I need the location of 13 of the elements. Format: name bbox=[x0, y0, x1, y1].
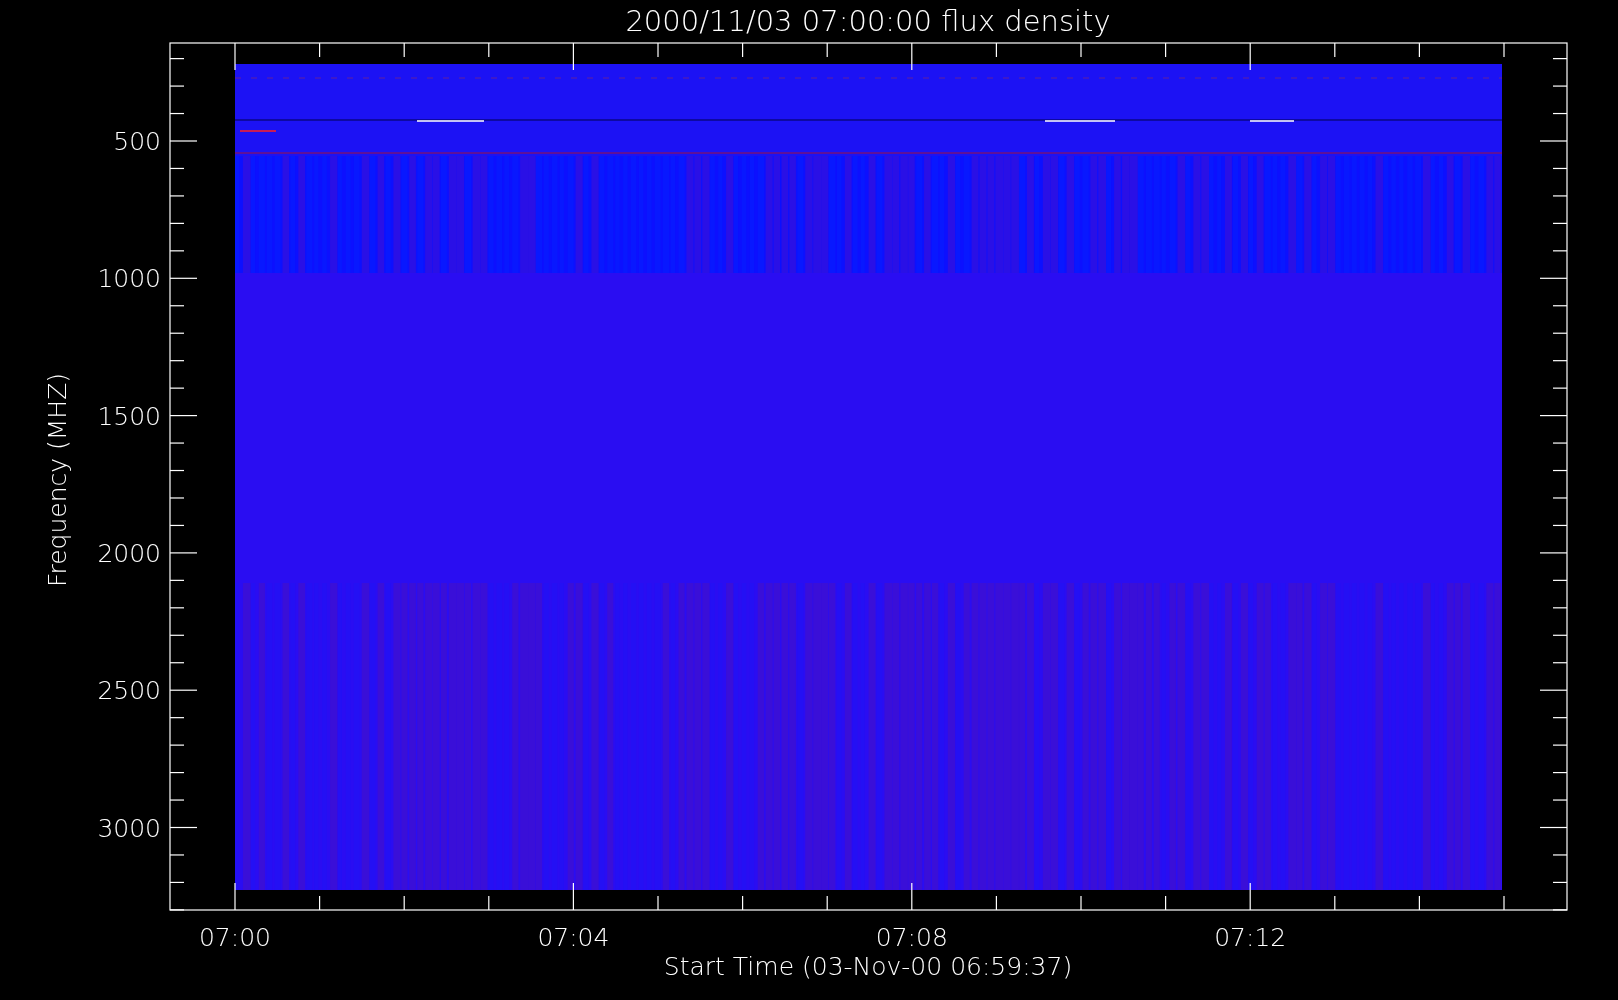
tick-label: 07:04 bbox=[537, 923, 610, 952]
tick-label: 500 bbox=[113, 127, 161, 156]
chart-title: 2000/11/03 07:00:00 flux density bbox=[625, 4, 1111, 38]
axis-title: Start Time (03-Nov-00 06:59:37) bbox=[663, 952, 1073, 981]
tick-label: 2500 bbox=[97, 676, 161, 706]
tick-label: 3000 bbox=[97, 813, 161, 843]
axis-title: Frequency (MHZ) bbox=[43, 372, 72, 588]
tick-label: 07:00 bbox=[199, 923, 271, 952]
tick-label: 07:08 bbox=[875, 923, 948, 952]
tick-label: 1000 bbox=[97, 264, 161, 294]
tick-label: 2000 bbox=[97, 538, 161, 568]
tick-label: 1500 bbox=[97, 401, 161, 431]
tick-label: 07:12 bbox=[1214, 923, 1287, 952]
